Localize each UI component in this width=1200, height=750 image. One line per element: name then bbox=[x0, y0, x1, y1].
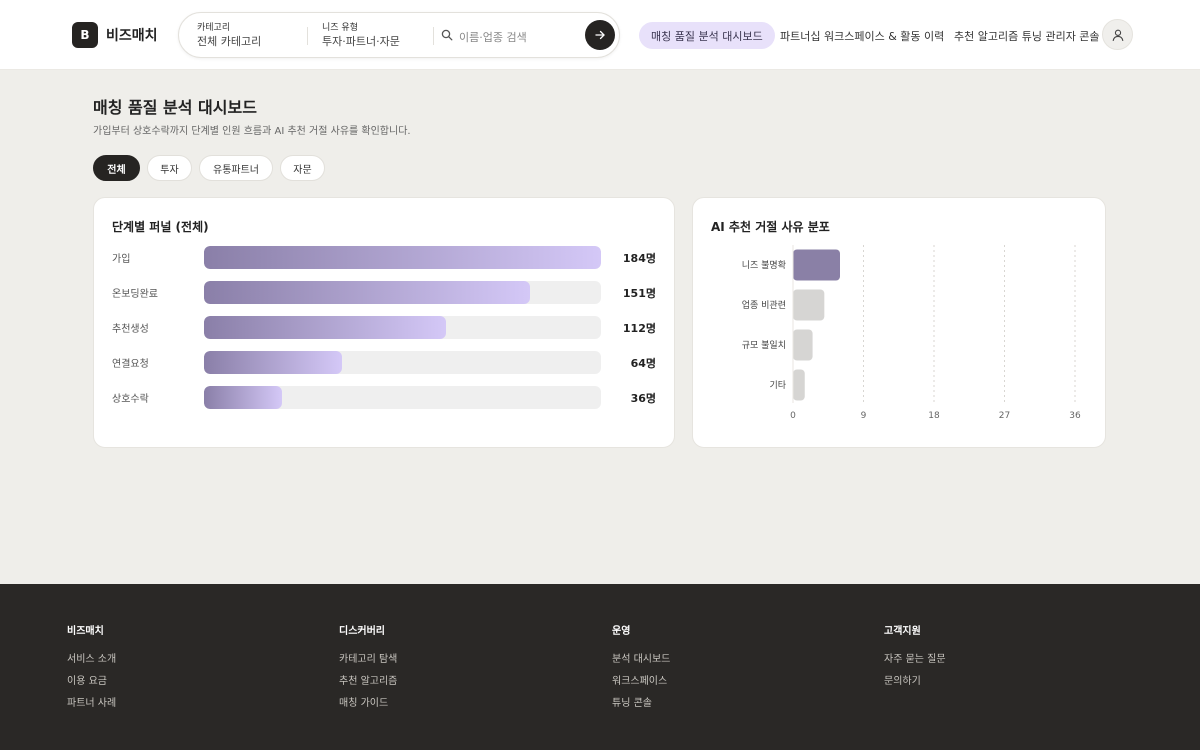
funnel-bar-track bbox=[204, 246, 601, 269]
footer-link[interactable]: 분석 대시보드 bbox=[612, 649, 670, 671]
footer-column: 디스커버리카테고리 탐색 추천 알고리즘 매칭 가이드 bbox=[339, 622, 397, 715]
footer-column: 운영분석 대시보드 워크스페이스 튜닝 콘솔 bbox=[612, 622, 670, 715]
funnel-bar-fill bbox=[204, 316, 446, 339]
rejection-chart-card: AI 추천 거절 사유 분포 0 9 18 27 36 니즈 불명확 업종 비관련 규모 불일… bbox=[692, 197, 1106, 448]
category-label: 규모 불일치 bbox=[742, 339, 786, 351]
rejection-bar-chart: 0 9 18 27 36 니즈 불명확업종 비관련규모 불일치기타 bbox=[742, 245, 1081, 421]
brand-logo[interactable]: B bbox=[72, 22, 98, 48]
y-axis-line bbox=[792, 245, 794, 403]
filter-all[interactable]: 전체 bbox=[93, 155, 140, 181]
funnel-stage-value: 151명 bbox=[622, 287, 656, 300]
user-avatar-button[interactable] bbox=[1102, 19, 1133, 50]
x-tick-label: 0 bbox=[790, 411, 796, 421]
category-label: 니즈 불명확 bbox=[742, 259, 786, 271]
funnel-card: 단계별 퍼널 (전체) 가입 184명온보딩완료 151명추천생성 112명연결요청 6… bbox=[93, 197, 675, 448]
funnel-bar-track bbox=[204, 316, 601, 339]
funnel-stage-label: 가입 bbox=[112, 254, 131, 265]
category-label: 카테고리 bbox=[197, 23, 231, 33]
funnel-stage-label: 연결요청 bbox=[112, 359, 149, 370]
footer-link[interactable]: 추천 알고리즘 bbox=[339, 671, 397, 693]
search-icon bbox=[441, 29, 453, 41]
funnel-title: 단계별 퍼널 (전체) bbox=[112, 220, 209, 234]
footer-link[interactable]: 서비스 소개 bbox=[67, 649, 116, 671]
funnel-bar-track bbox=[204, 351, 601, 374]
bar bbox=[793, 329, 813, 361]
bar bbox=[793, 289, 825, 321]
funnel-bar-fill bbox=[204, 281, 530, 304]
needs-value: 투자·파트너·자문 bbox=[322, 35, 400, 48]
user-icon bbox=[1112, 29, 1123, 41]
footer-column-title: 고객지원 bbox=[884, 626, 921, 637]
funnel-stage-label: 상호수락 bbox=[112, 394, 149, 405]
funnel-stage-label: 추천생성 bbox=[112, 324, 149, 335]
search-divider bbox=[307, 27, 308, 45]
funnel-stage-value: 112명 bbox=[622, 322, 656, 335]
bar bbox=[793, 369, 805, 401]
funnel-bar-track bbox=[204, 386, 601, 409]
footer-link[interactable]: 카테고리 탐색 bbox=[339, 649, 397, 671]
x-tick-label: 9 bbox=[861, 411, 867, 421]
footer-column: 비즈매치서비스 소개 이용 요금 파트너 사례 bbox=[67, 622, 116, 715]
search-submit-button[interactable] bbox=[585, 20, 615, 50]
x-tick-label: 18 bbox=[928, 411, 940, 421]
footer-link[interactable]: 매칭 가이드 bbox=[339, 693, 397, 715]
filter-distribution-partner[interactable]: 유통파트너 bbox=[199, 155, 273, 181]
nav-analytics-dashboard[interactable]: 매칭 품질 분석 대시보드 bbox=[639, 22, 775, 49]
needs-selector[interactable]: 니즈 유형 투자·파트너·자문 bbox=[322, 22, 400, 49]
funnel-bar-fill bbox=[204, 351, 343, 374]
site-footer: 비즈매치서비스 소개 이용 요금 파트너 사례 디스커버리카테고리 탐색 추천 알고리즘… bbox=[0, 584, 1200, 750]
category-selector[interactable]: 카테고리 전체 카테고리 bbox=[197, 22, 261, 49]
funnel-stage-value: 184명 bbox=[622, 252, 656, 265]
search-bar: 카테고리 전체 카테고리 니즈 유형 투자·파트너·자문 이름·업종 검색 bbox=[178, 12, 620, 58]
x-tick-label: 27 bbox=[999, 411, 1010, 421]
footer-link[interactable]: 파트너 사례 bbox=[67, 693, 116, 715]
footer-column-title: 운영 bbox=[612, 626, 631, 637]
top-header: B 비즈매치 카테고리 전체 카테고리 니즈 유형 투자·파트너·자문 이름·업… bbox=[0, 0, 1200, 70]
nav-partnership-workspace[interactable]: 파트너십 워크스페이스 & 활동 이력 bbox=[780, 22, 944, 49]
footer-link[interactable]: 자주 묻는 질문 bbox=[884, 649, 946, 671]
funnel-bar-fill bbox=[204, 386, 282, 409]
nav-tuning-console[interactable]: 추천 알고리즘 튜닝 관리자 콘솔 bbox=[954, 22, 1100, 49]
category-value: 전체 카테고리 bbox=[197, 35, 262, 48]
funnel-stage-label: 온보딩완료 bbox=[112, 289, 158, 300]
filter-advisory[interactable]: 자문 bbox=[280, 155, 325, 181]
brand-name[interactable]: 비즈매치 bbox=[106, 25, 158, 45]
footer-column-title: 디스커버리 bbox=[339, 626, 385, 637]
search-input[interactable]: 이름·업종 검색 bbox=[459, 29, 527, 45]
search-divider bbox=[433, 27, 434, 45]
filter-investment[interactable]: 투자 bbox=[147, 155, 192, 181]
footer-column-title: 비즈매치 bbox=[67, 626, 104, 637]
footer-link[interactable]: 워크스페이스 bbox=[612, 671, 670, 693]
funnel-stage-value: 36명 bbox=[630, 392, 656, 405]
funnel-stage-value: 64명 bbox=[630, 357, 656, 370]
page-subtitle: 가입부터 상호수락까지 단계별 인원 흐름과 AI 추천 거절 사유를 확인합니… bbox=[93, 126, 411, 137]
footer-column: 고객지원자주 묻는 질문 문의하기 bbox=[884, 622, 946, 693]
needs-label: 니즈 유형 bbox=[322, 23, 358, 33]
category-label: 기타 bbox=[769, 380, 786, 391]
category-label: 업종 비관련 bbox=[742, 300, 786, 311]
funnel-bar-track bbox=[204, 281, 601, 304]
footer-link[interactable]: 이용 요금 bbox=[67, 671, 116, 693]
page-title: 매칭 품질 분석 대시보드 bbox=[93, 98, 257, 117]
footer-link[interactable]: 튜닝 콘솔 bbox=[612, 693, 670, 715]
bar bbox=[793, 249, 840, 281]
footer-link[interactable]: 문의하기 bbox=[884, 671, 946, 693]
funnel-bar-fill bbox=[204, 246, 601, 269]
arrow-right-icon bbox=[595, 30, 605, 40]
x-tick-label: 36 bbox=[1069, 411, 1081, 421]
